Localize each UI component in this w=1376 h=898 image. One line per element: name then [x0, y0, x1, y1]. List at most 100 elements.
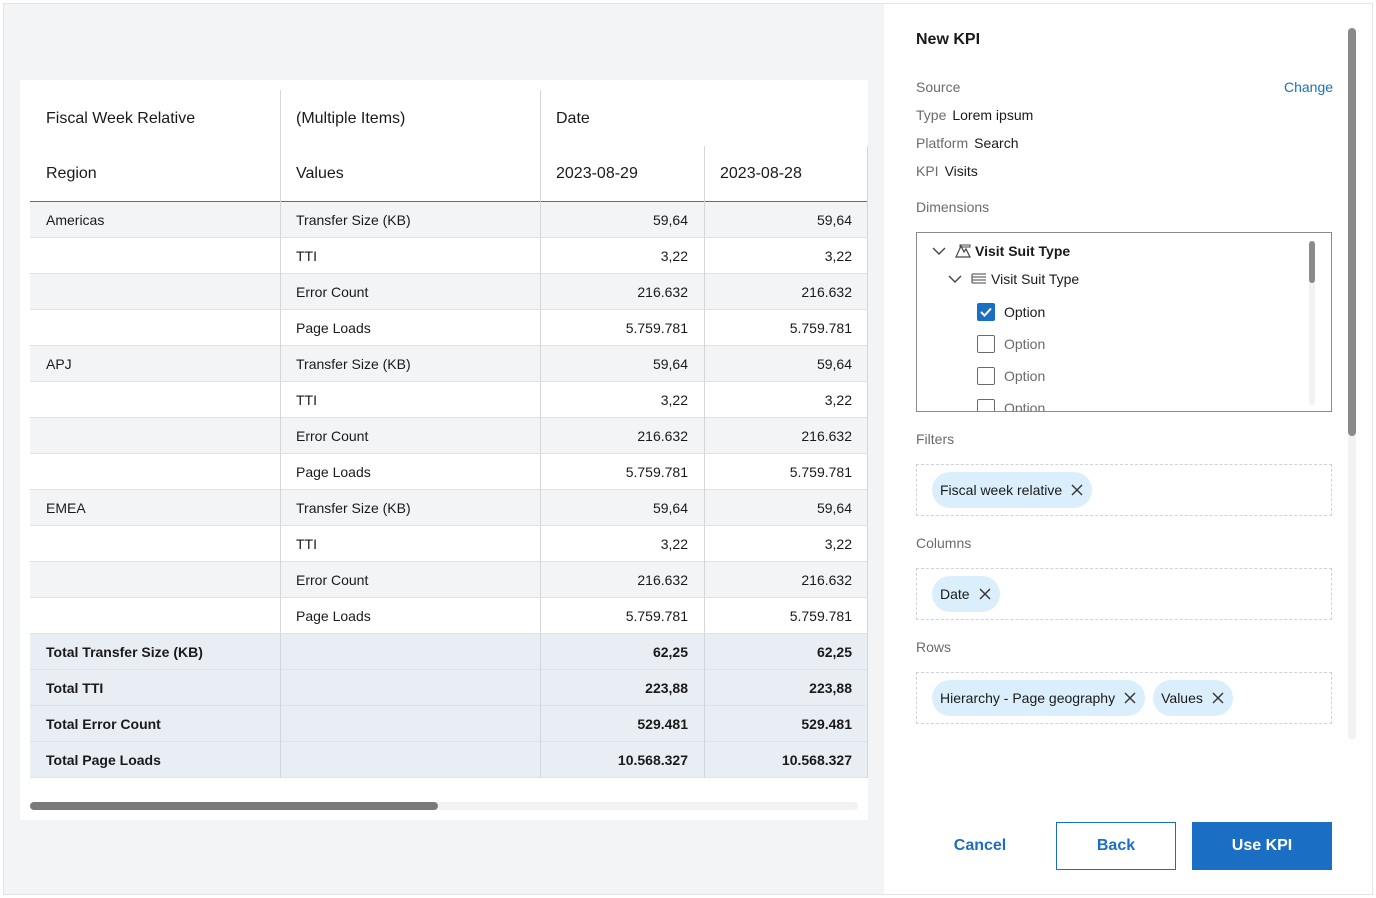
cell-value-name: TTI [296, 391, 317, 408]
dimension-option-label: Option [1004, 368, 1046, 384]
rows-dropzone[interactable]: Hierarchy - Page geography Values [916, 672, 1332, 724]
columns-label: Columns [916, 535, 972, 551]
close-icon[interactable] [1211, 691, 1225, 705]
column-divider [704, 146, 705, 778]
panel-scrollbar-thumb[interactable] [1348, 28, 1356, 436]
cell-date-1: 3,22 [660, 247, 688, 264]
dimensions-scrollbar[interactable] [1309, 241, 1315, 405]
dimension-option[interactable]: Option [977, 399, 1046, 412]
type-label: Type [916, 107, 947, 123]
cell-empty [280, 634, 540, 669]
cell-region [30, 562, 280, 597]
type-value: Lorem ipsum [952, 107, 1034, 123]
panel-scrollbar[interactable] [1348, 28, 1356, 740]
table-row: Page Loads 5.759.781 5.759.781 [30, 598, 868, 634]
cell-total-date-2: 10.568.327 [781, 751, 852, 768]
column-chip[interactable]: Date [932, 576, 1000, 612]
cell-date-1: 216.632 [637, 571, 688, 588]
column-divider [540, 90, 541, 778]
tree-node-child[interactable]: Visit Suit Type [947, 271, 1079, 287]
cell-date-2: 5.759.781 [789, 319, 852, 336]
header-date-2[interactable]: 2023-08-28 [704, 146, 868, 202]
cell-total-label: Total Page Loads [46, 751, 161, 768]
checkbox[interactable] [977, 335, 995, 353]
cell-total-date-1: 223,88 [645, 679, 688, 696]
table-row: Error Count 216.632 216.632 [30, 274, 868, 310]
cell-value-name: TTI [296, 535, 317, 552]
close-icon[interactable] [1123, 691, 1137, 705]
header-fiscal-week[interactable]: Fiscal Week Relative [30, 90, 280, 146]
cell-total-label: Total TTI [46, 679, 104, 696]
dimensions-scrollbar-thumb[interactable] [1309, 241, 1315, 283]
cell-date-2: 3,22 [824, 247, 852, 264]
close-icon[interactable] [1070, 483, 1084, 497]
cell-value-name: Error Count [296, 571, 369, 588]
column-divider [280, 90, 281, 778]
cell-date-2: 5.759.781 [789, 463, 852, 480]
header-multiple-items[interactable]: (Multiple Items) [280, 90, 540, 146]
row-chip[interactable]: Hierarchy - Page geography [932, 680, 1146, 716]
dimension-option[interactable]: Option [977, 303, 1045, 321]
cell-value-name: TTI [296, 247, 317, 264]
new-kpi-panel: New KPI Source Change Type Lorem ipsum Pl… [884, 4, 1372, 894]
dimension-option-label: Option [1004, 400, 1046, 412]
cell-date-2: 3,22 [824, 391, 852, 408]
kpi-label: KPI [916, 163, 939, 179]
cell-total-date-1: 10.568.327 [617, 751, 688, 768]
cell-date-2: 3,22 [824, 535, 852, 552]
cell-total-label: Total Transfer Size (KB) [46, 643, 203, 660]
cell-date-1: 3,22 [660, 391, 688, 408]
dimension-option[interactable]: Option [977, 367, 1045, 385]
cell-region [30, 382, 280, 417]
header-date-1[interactable]: 2023-08-29 [540, 146, 704, 202]
header-region[interactable]: Region [30, 146, 280, 202]
checkbox[interactable] [977, 367, 995, 385]
cell-value-name: Page Loads [296, 319, 371, 336]
close-icon[interactable] [978, 587, 992, 601]
checkbox-checked[interactable] [977, 303, 995, 321]
chevron-down-icon[interactable] [931, 243, 947, 259]
cell-date-1: 59,64 [652, 499, 688, 516]
pivot-table: Fiscal Week Relative (Multiple Items) Da… [30, 90, 868, 778]
cell-value-name: Error Count [296, 427, 369, 444]
dimension-option[interactable]: Option [977, 335, 1045, 353]
cell-region [30, 454, 280, 489]
cell-region [30, 418, 280, 453]
row-chip-label: Hierarchy - Page geography [940, 690, 1116, 706]
cell-region [30, 274, 280, 309]
cell-date-1: 216.632 [637, 283, 688, 300]
pivot-table-card: Fiscal Week Relative (Multiple Items) Da… [20, 80, 868, 820]
back-button[interactable]: Back [1056, 822, 1176, 870]
cell-date-2: 216.632 [801, 283, 852, 300]
horizontal-scrollbar[interactable] [30, 802, 858, 810]
cell-region: APJ [46, 355, 72, 372]
dimensions-tree[interactable]: Visit Suit Type Visit Suit Type Option O… [916, 232, 1332, 412]
cell-total-date-2: 529.481 [801, 715, 852, 732]
list-icon [971, 273, 986, 284]
columns-dropzone[interactable]: Date [916, 568, 1332, 620]
checkbox[interactable] [977, 399, 995, 411]
cell-date-1: 216.632 [637, 427, 688, 444]
cell-total-date-1: 529.481 [637, 715, 688, 732]
hierarchy-icon [955, 244, 971, 258]
use-kpi-button[interactable]: Use KPI [1192, 822, 1332, 870]
header-row-filters: Fiscal Week Relative (Multiple Items) Da… [30, 90, 868, 146]
filters-dropzone[interactable]: Fiscal week relative [916, 464, 1332, 516]
table-row: Error Count 216.632 216.632 [30, 418, 868, 454]
cell-region: Americas [46, 211, 105, 228]
tree-node-parent[interactable]: Visit Suit Type [931, 243, 1070, 259]
type-row: Type Lorem ipsum [916, 107, 1033, 123]
header-values[interactable]: Values [280, 146, 540, 202]
horizontal-scrollbar-thumb[interactable] [30, 802, 438, 810]
change-link[interactable]: Change [1284, 79, 1333, 95]
chevron-down-icon[interactable] [947, 271, 963, 287]
app-frame: Fiscal Week Relative (Multiple Items) Da… [3, 3, 1373, 895]
row-chip[interactable]: Values [1153, 680, 1233, 716]
header-date[interactable]: Date [540, 90, 868, 146]
filter-chip[interactable]: Fiscal week relative [932, 472, 1093, 508]
total-row: Total Page Loads 10.568.327 10.568.327 [30, 742, 868, 778]
cancel-button[interactable]: Cancel [940, 822, 1020, 870]
total-row: Total Transfer Size (KB) 62,25 62,25 [30, 634, 868, 670]
cell-date-1: 5.759.781 [625, 463, 688, 480]
panel-title: New KPI [916, 31, 981, 48]
